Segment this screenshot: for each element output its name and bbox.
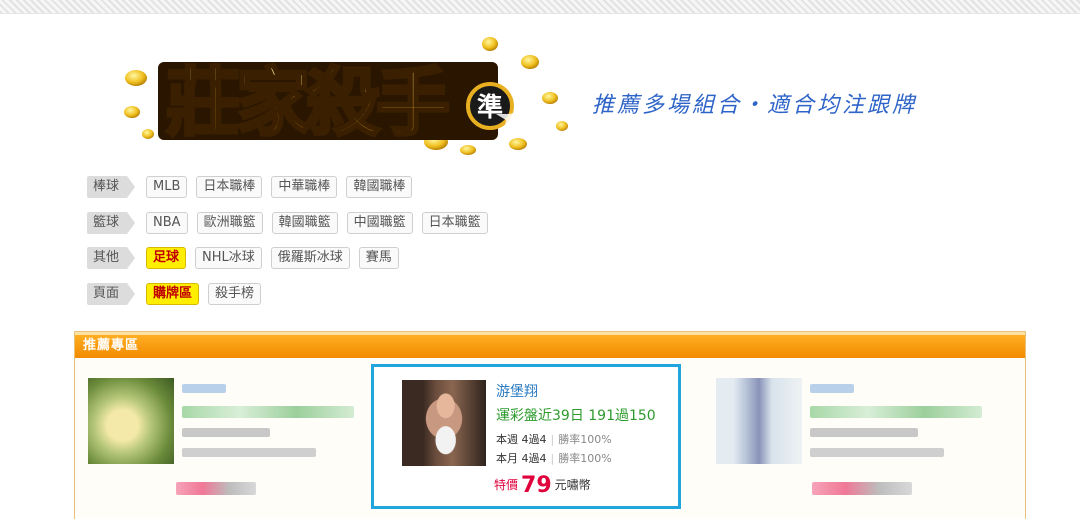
category-label: 頁面 bbox=[87, 283, 135, 305]
logo-badge: 準 bbox=[477, 92, 503, 123]
chip-nhl[interactable]: NHL冰球 bbox=[195, 247, 262, 269]
logo-title: 莊家殺手 bbox=[166, 60, 448, 146]
tipster-name[interactable]: 游堡翔 bbox=[496, 381, 538, 401]
blurred-text bbox=[182, 448, 316, 457]
avatar bbox=[716, 378, 802, 464]
blurred-text bbox=[182, 384, 226, 393]
avatar bbox=[88, 378, 174, 464]
blurred-price bbox=[176, 482, 256, 495]
price-value: 79 bbox=[521, 473, 552, 498]
blurred-text bbox=[810, 448, 944, 457]
category-label: 棒球 bbox=[87, 176, 135, 198]
recommend-card-left[interactable] bbox=[88, 364, 358, 509]
chip-china-basketball[interactable]: 中國職籃 bbox=[346, 212, 413, 234]
category-row-other: 其他 足球 NHL冰球 俄羅斯冰球 賽馬 bbox=[87, 247, 408, 269]
site-logo[interactable]: 莊家殺手 準 bbox=[118, 34, 588, 158]
price-unit: 元嘯幣 bbox=[554, 478, 591, 492]
category-label: 其他 bbox=[87, 247, 135, 269]
blurred-text bbox=[810, 406, 982, 418]
top-border bbox=[0, 0, 1080, 14]
blurred-text bbox=[182, 406, 354, 418]
chip-mlb[interactable]: MLB bbox=[146, 176, 188, 198]
month-stat: 本月 4過4 | 勝率100% bbox=[496, 452, 612, 465]
chip-kbo[interactable]: 韓國職棒 bbox=[346, 176, 413, 198]
chip-npb[interactable]: 日本職棒 bbox=[196, 176, 263, 198]
logo-graphic: 莊家殺手 準 bbox=[124, 37, 568, 155]
chip-soccer[interactable]: 足球 bbox=[146, 247, 187, 269]
category-row-page: 頁面 購牌區 殺手榜 bbox=[87, 283, 270, 305]
slogan: 推薦多場組合・適合均注跟牌 bbox=[592, 93, 918, 118]
blurred-text bbox=[810, 384, 854, 393]
month-label: 本月 4過4 bbox=[496, 452, 547, 465]
chip-killer-ranking[interactable]: 殺手榜 bbox=[208, 283, 262, 305]
chip-euro-basketball[interactable]: 歐洲職籃 bbox=[196, 212, 263, 234]
month-rate: 勝率100% bbox=[558, 452, 612, 465]
price-prefix: 特價 bbox=[494, 478, 519, 492]
recommend-card-featured[interactable]: 游堡翔 運彩盤近39日 191過150 本週 4過4 | 勝率100% 本月 4過4… bbox=[371, 364, 681, 509]
category-row-baseball: 棒球 MLB 日本職棒 中華職棒 韓國職棒 bbox=[87, 176, 421, 198]
chip-horse-racing[interactable]: 賽馬 bbox=[358, 247, 399, 269]
week-stat: 本週 4過4 | 勝率100% bbox=[496, 433, 612, 446]
chip-purchase-area[interactable]: 購牌區 bbox=[146, 283, 200, 305]
week-label: 本週 4過4 bbox=[496, 433, 547, 446]
price-line[interactable]: 特價 79 元嘯幣 bbox=[494, 473, 591, 498]
category-row-basketball: 籃球 NBA 歐洲職籃 韓國職籃 中國職籃 日本職籃 bbox=[87, 212, 497, 234]
category-label: 籃球 bbox=[87, 212, 135, 234]
panel-title: 推薦專區 bbox=[75, 332, 1025, 358]
chip-korea-basketball[interactable]: 韓國職籃 bbox=[271, 212, 338, 234]
chip-japan-basketball[interactable]: 日本職籃 bbox=[421, 212, 488, 234]
blurred-text bbox=[810, 428, 918, 437]
chip-khl[interactable]: 俄羅斯冰球 bbox=[270, 247, 350, 269]
chip-cpbl[interactable]: 中華職棒 bbox=[271, 176, 338, 198]
chip-nba[interactable]: NBA bbox=[146, 212, 188, 234]
tipster-record: 運彩盤近39日 191過150 bbox=[496, 408, 656, 424]
week-rate: 勝率100% bbox=[558, 433, 612, 446]
recommend-card-right[interactable] bbox=[716, 364, 996, 509]
blurred-text bbox=[182, 428, 270, 437]
blurred-price bbox=[812, 482, 912, 495]
avatar bbox=[402, 380, 486, 466]
